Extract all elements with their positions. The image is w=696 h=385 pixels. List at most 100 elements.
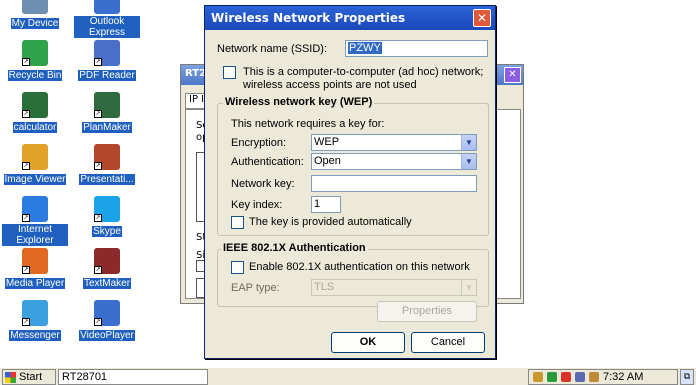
desktop-icon[interactable]: ↗ PlanMaker [74,92,140,133]
desktop-icon[interactable]: ↗ Media Player [2,248,68,289]
shortcut-arrow-icon: ↗ [22,318,30,326]
shortcut-arrow-icon: ↗ [22,214,30,222]
enable-8021x-label: Enable 802.1X authentication on this net… [249,261,470,273]
requires-key-text: This network requires a key for: [231,118,385,130]
desktop-icon[interactable]: ↗ Image Viewer [2,144,68,185]
tray-volume-icon[interactable] [575,372,585,382]
messenger-icon: ↗ [22,300,48,326]
my-device-icon [22,0,48,14]
desktop-icon-label: PlanMaker [82,122,132,133]
image-viewer-icon: ↗ [22,144,48,170]
desktop-icon[interactable]: ↗ Messenger [2,300,68,341]
task-button-rt28701[interactable]: RT28701 [58,369,208,385]
desktop-icon[interactable]: ↗ Recycle Bin [2,40,68,81]
taskbar: Start RT28701 7:32 AM ⧉ [0,367,696,385]
properties-button[interactable]: Properties [377,301,477,322]
shortcut-arrow-icon: ↗ [94,318,102,326]
ssid-input[interactable]: PZWY [345,40,488,57]
ssid-label: Network name (SSID): [217,43,328,55]
adhoc-checkbox[interactable] [223,66,236,79]
wireless-network-properties-dialog: Wireless Network Properties ✕ Network na… [204,5,496,359]
desktop-icon-label: PDF Reader [78,70,136,81]
desktop-icon[interactable]: Outlook Express [74,0,140,38]
start-button[interactable]: Start [2,369,56,385]
chevron-down-icon[interactable]: ▼ [461,154,476,169]
enable-8021x-checkbox[interactable] [231,261,244,274]
wep-group-label: Wireless network key (WEP) [223,96,375,108]
eap-type-label: EAP type: [231,282,280,294]
outlook-express-icon [94,0,120,14]
pdf-reader-icon: ↗ [94,40,120,66]
internet-explorer-icon: ↗ [22,196,48,222]
shortcut-arrow-icon: ↗ [94,214,102,222]
desktop-icon[interactable]: ↗ calculator [2,92,68,133]
encryption-label: Encryption: [231,137,287,149]
media-player-icon: ↗ [22,248,48,274]
tray-wireless-icon[interactable] [561,372,571,382]
desktop: My Device Outlook Express ↗ Recycle Bin ↗ PDF… [0,0,696,367]
desktop-icon-label: Outlook Express [74,16,140,38]
desktop-icon[interactable]: ↗ Internet Explorer [2,196,68,246]
system-tray: 7:32 AM [528,369,678,385]
desktop-icon-label: Messenger [9,330,61,341]
skype-icon: ↗ [94,196,120,222]
desktop-icon-label: Skype [92,226,122,237]
tray-app-icon[interactable] [533,372,543,382]
desktop-icon[interactable]: My Device [2,0,68,29]
presentations-icon: ↗ [94,144,120,170]
desktop-icon-label: Media Player [4,278,66,289]
key-index-label: Key index: [231,199,283,211]
desktop-icon[interactable]: ↗ TextMaker [74,248,140,289]
eap-type-select[interactable]: TLS ▼ [311,279,477,296]
chevron-down-icon[interactable]: ▼ [461,135,476,150]
close-icon: ✕ [476,11,488,25]
network-key-input[interactable] [311,175,477,192]
desktop-icon[interactable]: ↗ VideoPlayer [74,300,140,341]
cancel-button[interactable]: Cancel [411,332,485,353]
authentication-select[interactable]: Open ▼ [311,153,477,170]
encryption-select[interactable]: WEP ▼ [311,134,477,151]
background-window-title: RT2 [185,68,207,79]
close-button[interactable]: ✕ [473,9,491,27]
windows-flag-icon [5,372,16,383]
clock[interactable]: 7:32 AM [603,370,643,384]
shortcut-arrow-icon: ↗ [94,266,102,274]
desktop-icon-label: Internet Explorer [2,224,68,246]
chevron-down-icon[interactable]: ▼ [461,280,476,295]
desktop-icon-label: TextMaker [82,278,132,289]
show-desktop-button[interactable]: ⧉ [680,369,694,385]
calculator-icon: ↗ [22,92,48,118]
desktop-icon-label: Presentati... [79,174,135,185]
desktop-icon-label: Image Viewer [3,174,67,185]
desktop-icon[interactable]: ↗ Presentati... [74,144,140,185]
background-window-close-button[interactable]: ✕ [504,67,521,83]
shortcut-arrow-icon: ↗ [94,110,102,118]
planmaker-icon: ↗ [94,92,120,118]
shortcut-arrow-icon: ↗ [94,162,102,170]
desktop-icon-label: VideoPlayer [79,330,135,341]
desktop-icon[interactable]: ↗ PDF Reader [74,40,140,81]
shortcut-arrow-icon: ↗ [22,58,30,66]
desktop-icon[interactable]: ↗ Skype [74,196,140,237]
key-index-input[interactable]: 1 [311,196,341,213]
recycle-bin-icon: ↗ [22,40,48,66]
tray-input-icon[interactable] [589,372,599,382]
ok-button[interactable]: OK [331,332,405,353]
desktop-icon-label: Recycle Bin [7,70,63,81]
textmaker-icon: ↗ [94,248,120,274]
auto-key-checkbox[interactable] [231,216,244,229]
dialog-titlebar[interactable]: Wireless Network Properties ✕ [205,6,495,30]
tray-network-icon[interactable] [547,372,557,382]
network-key-label: Network key: [231,178,295,190]
desktop-icon-label: calculator [12,122,58,133]
dialog-title: Wireless Network Properties [211,11,406,25]
ieee-group-label: IEEE 802.1X Authentication [221,242,368,254]
shortcut-arrow-icon: ↗ [94,58,102,66]
authentication-label: Authentication: [231,156,304,168]
desktop-icon-label: My Device [10,18,60,29]
adhoc-label: This is a computer-to-computer (ad hoc) … [243,66,484,91]
shortcut-arrow-icon: ↗ [22,266,30,274]
ieee-group [217,249,489,307]
shortcut-arrow-icon: ↗ [22,162,30,170]
video-player-icon: ↗ [94,300,120,326]
